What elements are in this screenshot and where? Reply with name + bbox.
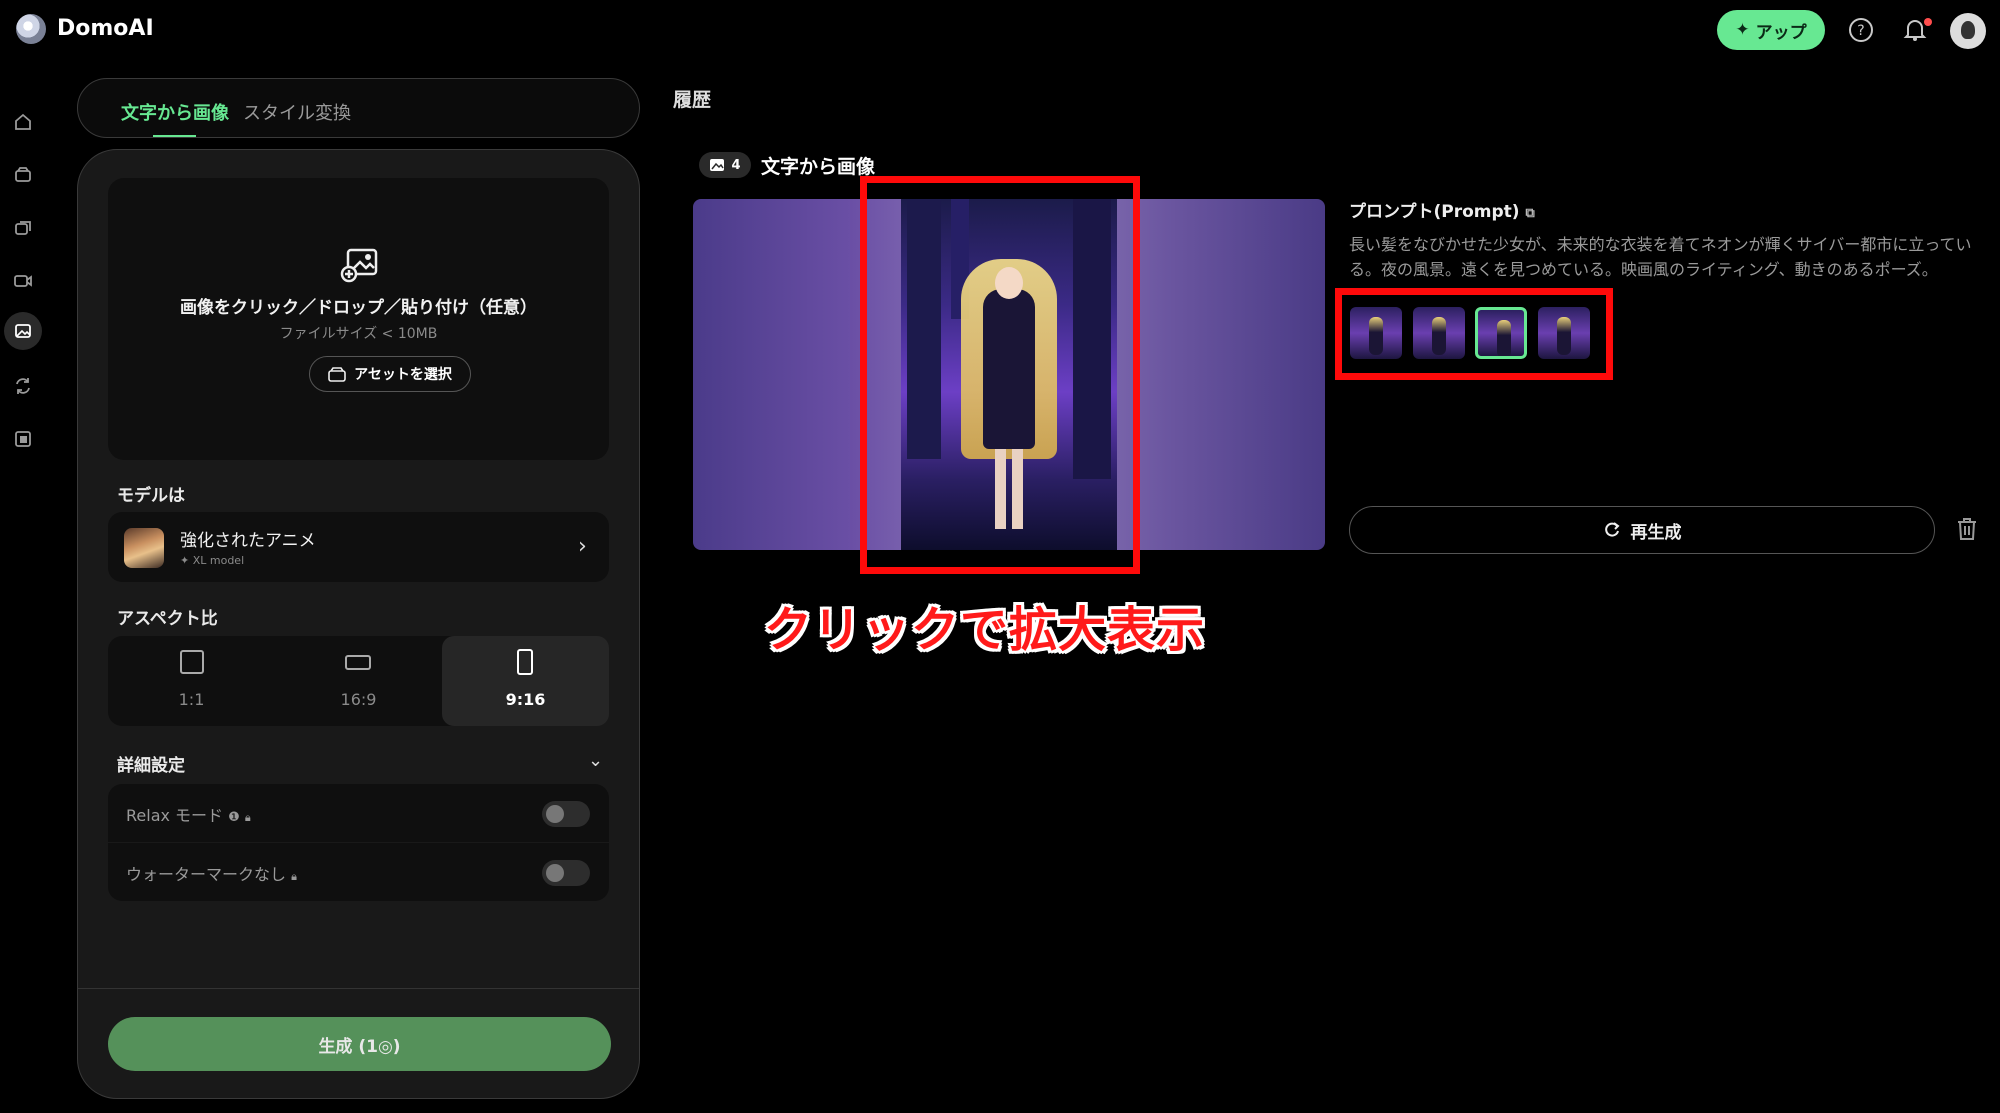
history-title: 履歴 <box>673 89 712 111</box>
regenerate-label: 再生成 <box>1630 522 1682 543</box>
aspect-label: 9:16 <box>505 690 546 709</box>
app-name[interactable]: DomoAI <box>57 16 154 41</box>
mode-tabs: 文字から画像 スタイル変換 <box>77 78 640 138</box>
advanced-section-label[interactable]: 詳細設定 <box>117 751 185 776</box>
select-asset-button[interactable]: アセットを選択 <box>309 356 471 392</box>
relax-mode-label: Relax モード ❶ 🔒︎ <box>126 806 251 825</box>
annotation-text: クリックで拡大表示 <box>764 602 1206 658</box>
active-tab-indicator <box>153 135 196 137</box>
model-name: 強化されたアニメ <box>180 531 316 551</box>
gallery-icon[interactable] <box>4 420 42 458</box>
aspect-option-16-9[interactable]: 16:9 <box>275 636 442 726</box>
image-icon[interactable] <box>4 312 42 350</box>
tab-style-transfer[interactable]: スタイル変換 <box>243 99 351 125</box>
upload-size-limit: ファイルサイズ < 10MB <box>279 326 438 342</box>
model-selector[interactable]: 強化されたアニメ ✦ XL model › <box>108 512 609 582</box>
trash-icon[interactable] <box>1955 516 1979 546</box>
upgrade-label: アップ <box>1755 22 1807 43</box>
chevron-right-icon: › <box>578 534 587 559</box>
model-section-label: モデルは <box>117 486 185 506</box>
watermark-row: ウォーターマークなし 🔒︎ <box>108 843 609 901</box>
lock-icon: 🔒︎ <box>291 870 297 883</box>
watermark-toggle[interactable] <box>542 860 590 886</box>
highlight-box-main-image <box>860 176 1140 574</box>
settings-panel: 画像をクリック／ドロップ／貼り付け（任意） ファイルサイズ < 10MB アセッ… <box>77 149 640 1099</box>
aspect-label: 1:1 <box>178 690 205 709</box>
upgrade-button[interactable]: ✦ アップ <box>1717 10 1825 50</box>
sparkle-icon: ✦ <box>180 554 193 567</box>
generation-type-label: 文字から画像 <box>761 156 876 178</box>
aspect-label: 16:9 <box>340 690 377 709</box>
aspect-option-9-16[interactable]: 9:16 <box>442 636 609 726</box>
panel-divider <box>78 988 639 989</box>
portrait-icon <box>517 649 533 675</box>
square-icon <box>180 650 204 674</box>
image-upload-area[interactable]: 画像をクリック／ドロップ／貼り付け（任意） ファイルサイズ < 10MB アセッ… <box>108 178 609 460</box>
relax-mode-toggle[interactable] <box>542 801 590 827</box>
highlight-box-thumbnails <box>1335 288 1613 380</box>
user-avatar[interactable] <box>1950 13 1986 49</box>
video-icon[interactable] <box>4 262 42 300</box>
top-bar: DomoAI ✦ アップ ? <box>0 0 2000 62</box>
convert-icon[interactable] <box>4 367 42 405</box>
notification-dot <box>1924 18 1932 26</box>
aspect-ratio-selector: 1:1 16:9 9:16 <box>108 636 609 726</box>
model-tag: ✦ XL model <box>180 554 245 567</box>
sparkle-icon: ✦ <box>1735 20 1750 40</box>
lock-icon: 🔒︎ <box>244 811 251 824</box>
watermark-label: ウォーターマークなし 🔒︎ <box>126 865 297 884</box>
svg-text:?: ? <box>1857 23 1864 39</box>
layers-icon[interactable] <box>4 209 42 247</box>
upload-title: 画像をクリック／ドロップ／貼り付け（任意） <box>180 298 537 318</box>
select-asset-label: アセットを選択 <box>354 367 452 383</box>
generate-button[interactable]: 生成 (1◎) <box>108 1017 611 1071</box>
assets-icon <box>328 367 346 382</box>
refresh-icon <box>1604 522 1620 537</box>
home-icon[interactable] <box>4 103 42 141</box>
aspect-option-1-1[interactable]: 1:1 <box>108 636 275 726</box>
help-icon[interactable]: ? <box>1845 14 1877 46</box>
chevron-down-icon[interactable]: ⌄ <box>588 750 603 771</box>
image-count-badge: 4 <box>699 152 751 178</box>
assets-icon[interactable] <box>4 156 42 194</box>
prompt-text: 長い髪をなびかせた少女が、未来的な衣装を着てネオンが輝くサイバー都市に立っている… <box>1349 235 1972 279</box>
landscape-icon <box>345 655 371 670</box>
image-icon <box>710 159 725 171</box>
info-icon[interactable]: ❶ <box>228 810 240 825</box>
add-image-icon <box>340 248 378 283</box>
model-thumbnail <box>124 528 164 568</box>
tab-text-to-image[interactable]: 文字から画像 <box>121 99 229 125</box>
copy-icon[interactable]: ⧉ <box>1525 206 1534 221</box>
domoai-logo-icon[interactable] <box>16 14 46 44</box>
regenerate-button[interactable]: 再生成 <box>1349 506 1935 554</box>
prompt-title: プロンプト(Prompt) ⧉ <box>1349 202 1535 222</box>
relax-mode-row: Relax モード ❶ 🔒︎ <box>108 784 609 842</box>
aspect-section-label: アスペクト比 <box>117 609 218 629</box>
